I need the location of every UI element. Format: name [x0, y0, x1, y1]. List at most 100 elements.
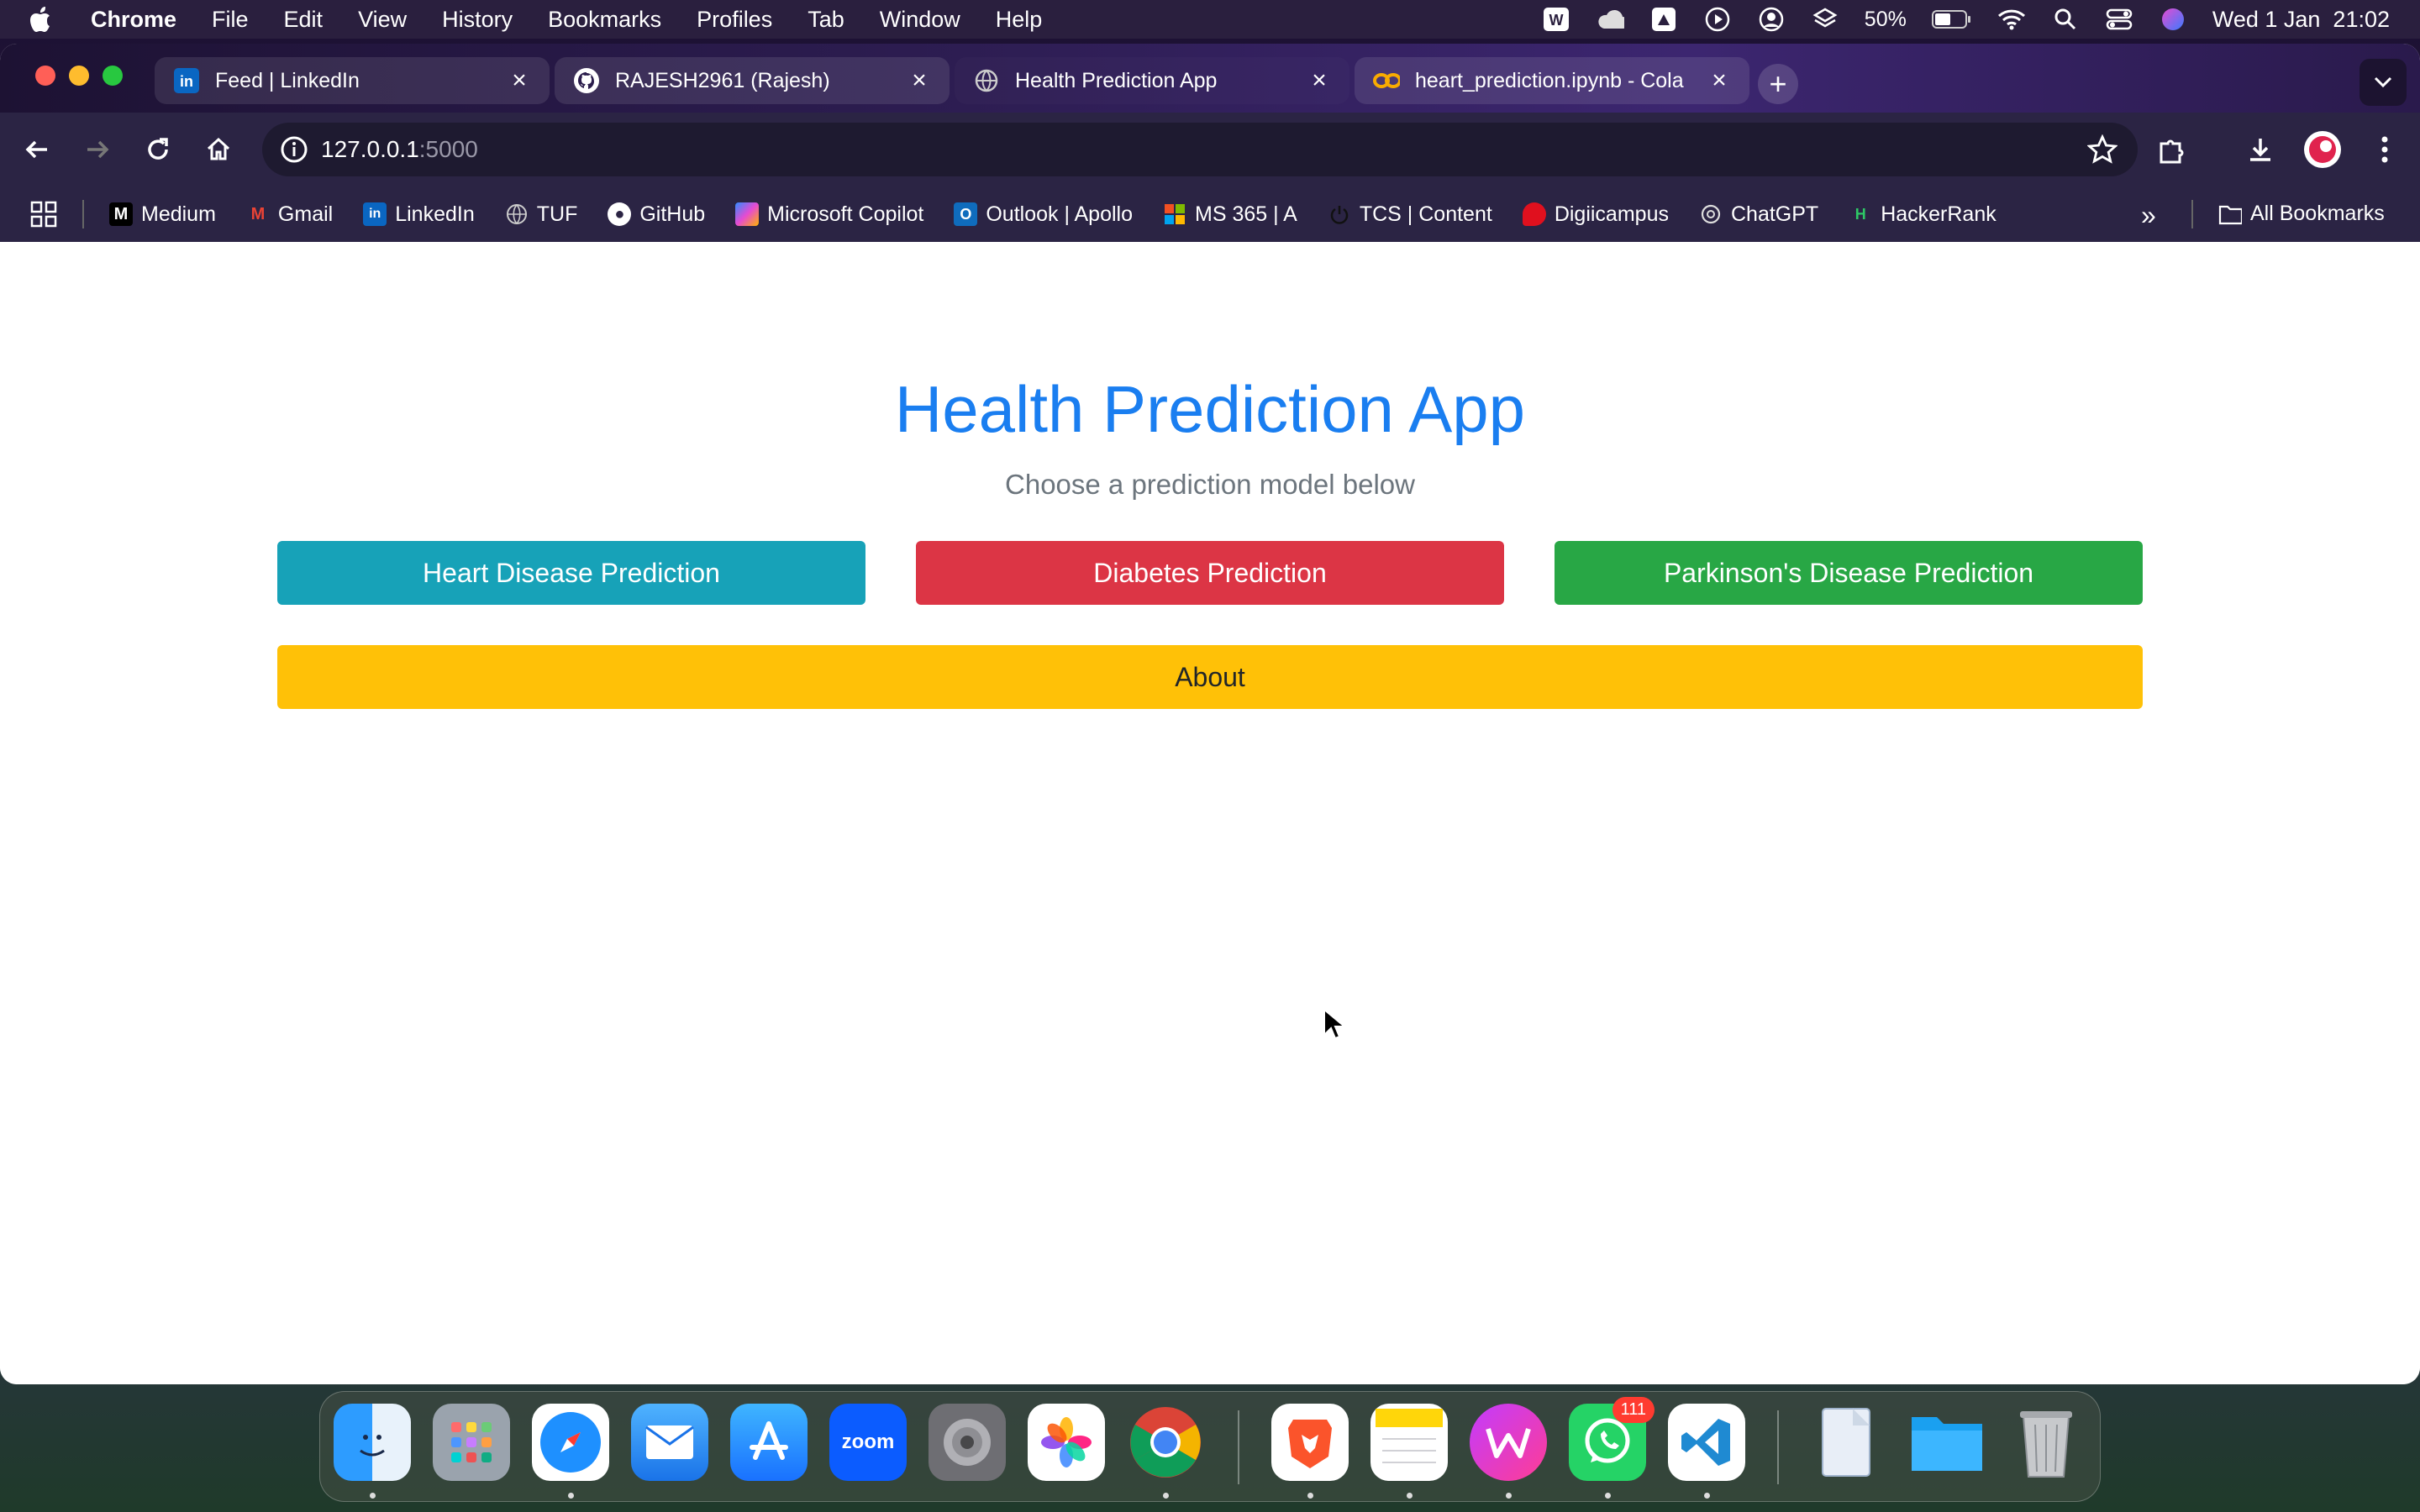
- bookmark-hackerrank[interactable]: H HackerRank: [1849, 202, 1996, 227]
- bookmark-chatgpt[interactable]: ChatGPT: [1699, 202, 1818, 227]
- launchpad-icon[interactable]: [433, 1404, 510, 1481]
- bookmark-digiicampus[interactable]: Digiicampus: [1522, 202, 1669, 227]
- play-icon[interactable]: [1703, 7, 1732, 32]
- notes-icon[interactable]: [1370, 1404, 1448, 1481]
- extensions-icon[interactable]: [2149, 128, 2193, 171]
- bookmark-label: Medium: [141, 202, 216, 226]
- menu-bookmarks[interactable]: Bookmarks: [548, 7, 661, 33]
- spotlight-search-icon[interactable]: [2051, 7, 2080, 32]
- running-indicator: [1704, 1493, 1710, 1499]
- menu-history[interactable]: History: [442, 7, 513, 33]
- chrome-icon[interactable]: [1127, 1404, 1204, 1481]
- outlook-icon: O: [954, 202, 978, 226]
- bookmark-copilot[interactable]: Microsoft Copilot: [735, 202, 923, 227]
- more-bookmarks-chevron-icon[interactable]: »: [2141, 200, 2156, 231]
- bookmark-medium[interactable]: M Medium: [109, 202, 216, 227]
- bookmark-github[interactable]: ● GitHub: [608, 202, 705, 227]
- running-indicator: [568, 1493, 574, 1499]
- bookmark-label: TUF: [536, 202, 578, 226]
- siri-icon[interactable]: [2159, 7, 2187, 32]
- close-tab-icon[interactable]: ×: [508, 66, 531, 94]
- apple-menu-icon[interactable]: [30, 5, 55, 34]
- menu-app-name[interactable]: Chrome: [91, 7, 176, 33]
- bookmark-tcs[interactable]: TCS | Content: [1328, 202, 1492, 227]
- whatsapp-icon[interactable]: 111: [1569, 1397, 1655, 1481]
- globe-icon: [505, 202, 529, 226]
- drive-icon[interactable]: [1649, 7, 1678, 32]
- bookmark-label: Microsoft Copilot: [767, 202, 924, 226]
- parkinsons-prediction-button[interactable]: Parkinson's Disease Prediction: [1555, 541, 2143, 605]
- layers-icon[interactable]: [1811, 7, 1839, 32]
- zoom-window-button[interactable]: [103, 66, 123, 86]
- home-icon[interactable]: [197, 128, 240, 171]
- chrome-menu-icon[interactable]: [2363, 128, 2407, 171]
- folder-icon: [2218, 202, 2242, 226]
- about-button[interactable]: About: [277, 645, 2143, 709]
- zoom-icon[interactable]: zoom: [829, 1404, 907, 1481]
- cloud-icon[interactable]: [1596, 7, 1624, 32]
- wps-status-icon[interactable]: W: [1542, 7, 1570, 32]
- bookmark-star-icon[interactable]: [2086, 134, 2118, 165]
- bookmark-label: Gmail: [277, 202, 334, 226]
- vscode-icon[interactable]: [1668, 1404, 1745, 1481]
- close-window-button[interactable]: [35, 66, 55, 86]
- menu-tab[interactable]: Tab: [808, 7, 844, 33]
- tab-linkedin[interactable]: in Feed | LinkedIn ×: [155, 57, 550, 104]
- new-tab-button[interactable]: +: [1758, 64, 1798, 104]
- tab-github[interactable]: RAJESH2961 (Rajesh) ×: [555, 57, 950, 104]
- brave-icon[interactable]: [1271, 1404, 1349, 1481]
- download-icon[interactable]: [2238, 128, 2282, 171]
- tab-health-prediction-app[interactable]: Health Prediction App ×: [955, 57, 1349, 104]
- url-host: 127.0.0.1: [321, 136, 419, 162]
- bookmark-gmail[interactable]: M Gmail: [246, 202, 334, 227]
- photos-icon[interactable]: [1028, 1404, 1105, 1481]
- wps-office-icon[interactable]: [1470, 1404, 1547, 1481]
- back-arrow-icon[interactable]: [15, 128, 59, 171]
- power-icon: [1328, 202, 1351, 226]
- folder-icon[interactable]: [1908, 1404, 1986, 1481]
- forward-arrow-icon[interactable]: [76, 128, 119, 171]
- system-settings-icon[interactable]: [929, 1404, 1006, 1481]
- clock[interactable]: Wed 1 Jan 21:02: [2212, 7, 2390, 33]
- linkedin-icon: in: [363, 202, 387, 226]
- apps-grid-icon[interactable]: [30, 201, 57, 228]
- site-info-icon[interactable]: [279, 134, 309, 165]
- menu-profiles[interactable]: Profiles: [697, 7, 772, 33]
- trash-icon[interactable]: [2007, 1404, 2085, 1481]
- diabetes-prediction-button[interactable]: Diabetes Prediction: [916, 541, 1504, 605]
- menu-view[interactable]: View: [358, 7, 407, 33]
- mail-icon[interactable]: [631, 1404, 708, 1481]
- preview-document-icon[interactable]: [1809, 1404, 1886, 1481]
- menu-help[interactable]: Help: [996, 7, 1043, 33]
- user-account-icon[interactable]: [1757, 7, 1786, 32]
- close-tab-icon[interactable]: ×: [1307, 66, 1331, 94]
- heart-disease-prediction-button[interactable]: Heart Disease Prediction: [277, 541, 865, 605]
- menu-edit[interactable]: Edit: [284, 7, 324, 33]
- battery-icon[interactable]: [1931, 7, 1972, 32]
- address-bar[interactable]: 127.0.0.1:5000: [262, 123, 2138, 176]
- reload-icon[interactable]: [136, 128, 180, 171]
- bookmark-tuf[interactable]: TUF: [505, 202, 578, 227]
- bookmark-ms365[interactable]: MS 365 | A: [1163, 202, 1297, 227]
- bookmark-linkedin[interactable]: in LinkedIn: [363, 202, 475, 227]
- menu-window[interactable]: Window: [880, 7, 960, 33]
- all-bookmarks-button[interactable]: All Bookmarks: [2218, 202, 2385, 226]
- hackerrank-icon: H: [1854, 205, 1866, 223]
- bookmark-outlook[interactable]: O Outlook | Apollo: [954, 202, 1133, 227]
- finder-icon[interactable]: [334, 1404, 411, 1481]
- wifi-icon[interactable]: [1997, 7, 2026, 32]
- app-store-icon[interactable]: [730, 1404, 808, 1481]
- close-tab-icon[interactable]: ×: [908, 66, 931, 94]
- url-port: :5000: [418, 136, 478, 162]
- linkedin-icon: in: [173, 67, 200, 94]
- tab-colab[interactable]: heart_prediction.ipynb - Cola ×: [1355, 57, 1749, 104]
- bookmark-label: Outlook | Apollo: [986, 202, 1134, 226]
- control-center-icon[interactable]: [2105, 7, 2133, 32]
- close-tab-icon[interactable]: ×: [1707, 66, 1731, 94]
- profile-avatar[interactable]: [2301, 128, 2344, 171]
- tab-search-icon[interactable]: [2360, 59, 2407, 106]
- minimize-window-button[interactable]: [69, 66, 89, 86]
- macos-dock: zoom 111: [319, 1391, 2101, 1502]
- safari-icon[interactable]: [532, 1404, 609, 1481]
- menu-file[interactable]: File: [212, 7, 249, 33]
